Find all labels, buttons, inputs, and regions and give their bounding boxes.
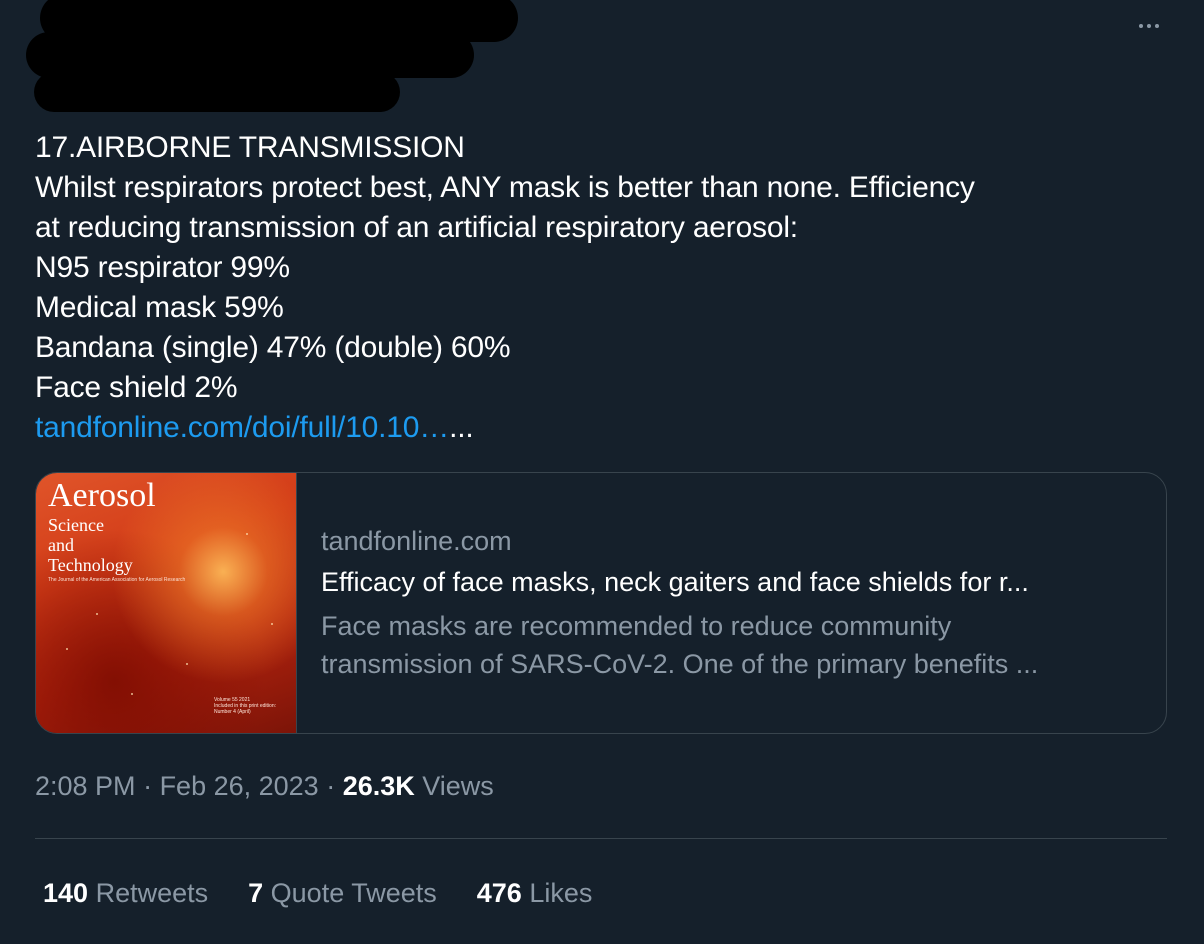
- cover-speck: [271, 623, 273, 625]
- cover-subtitle: and: [48, 535, 74, 555]
- divider: [35, 838, 1167, 839]
- tweet-date[interactable]: Feb 26, 2023: [160, 771, 319, 801]
- cover-tagline: The Journal of the American Association …: [48, 577, 186, 583]
- likes-stat[interactable]: 476 Likes: [477, 873, 593, 913]
- card-description-line: transmission of SARS-CoV-2. One of the p…: [321, 649, 1039, 679]
- card-title: Efficacy of face masks, neck gaiters and…: [321, 567, 1029, 597]
- cover-speck: [66, 648, 68, 650]
- likes-count: 476: [476, 878, 522, 908]
- tweet-line: Whilst respirators protect best, ANY mas…: [35, 171, 975, 204]
- meta-separator: ·: [135, 771, 160, 801]
- tweet-link-line: tandfonline.com/doi/full/10.10…...: [35, 408, 1175, 448]
- tweet-meta: 2:08 PM · Feb 26, 2023 · 26.3K Views: [35, 766, 494, 806]
- more-options-button[interactable]: [1134, 14, 1164, 38]
- redacted-author-extra: [34, 72, 400, 112]
- tweet-time[interactable]: 2:08 PM: [35, 771, 136, 801]
- meta-separator: ·: [318, 771, 343, 801]
- tweet-line: Face shield 2%: [35, 371, 238, 404]
- cover-title: Aerosol: [48, 477, 156, 514]
- views-count: 26.3K: [342, 771, 415, 801]
- cover-subtitle: Technology: [48, 555, 133, 575]
- retweets-count: 140: [43, 878, 89, 908]
- cover-subtitle: Science: [48, 515, 104, 535]
- tweet-line: Bandana (single) 47% (double) 60%: [35, 331, 511, 364]
- tweet-line: 17.AIRBORNE TRANSMISSION: [35, 131, 465, 164]
- tweet-link[interactable]: tandfonline.com/doi/full/10.10…: [35, 411, 449, 444]
- cover-speck: [246, 533, 248, 535]
- card-body: tandfonline.com Efficacy of face masks, …: [297, 473, 1166, 733]
- cover-speck: [96, 613, 98, 615]
- likes-label: Likes: [521, 878, 593, 908]
- quote-tweets-stat[interactable]: 7 Quote Tweets: [248, 873, 437, 913]
- more-dots-icon: [1139, 24, 1143, 28]
- quote-tweets-count: 7: [248, 878, 264, 908]
- link-preview-card[interactable]: Aerosol Science and Technology The Journ…: [35, 472, 1167, 734]
- tweet-line: Medical mask 59%: [35, 291, 284, 324]
- cover-speck: [131, 693, 133, 695]
- views-label: Views: [414, 771, 494, 801]
- retweets-label: Retweets: [88, 878, 209, 908]
- cover-speck: [186, 663, 188, 665]
- cover-volume-line: Number 4 (April): [214, 709, 251, 715]
- card-domain: tandfonline.com: [321, 526, 512, 556]
- retweets-stat[interactable]: 140 Retweets: [43, 873, 208, 913]
- tweet-text: 17.AIRBORNE TRANSMISSION Whilst respirat…: [35, 128, 1175, 448]
- cover-volume-info: Volume 55 2021 Included in this print ed…: [214, 697, 276, 715]
- journal-cover-image: Aerosol Science and Technology The Journ…: [36, 473, 297, 733]
- tweet-line: N95 respirator 99%: [35, 251, 290, 284]
- tweet-link-suffix: ...: [449, 411, 474, 444]
- tweet-stats: 140 Retweets 7 Quote Tweets 476 Likes: [43, 873, 632, 913]
- tweet-line: at reducing transmission of an artificia…: [35, 211, 798, 244]
- card-description: Face masks are recommended to reduce com…: [321, 607, 1142, 683]
- card-description-line: Face masks are recommended to reduce com…: [321, 611, 952, 641]
- quote-tweets-label: Quote Tweets: [263, 878, 437, 908]
